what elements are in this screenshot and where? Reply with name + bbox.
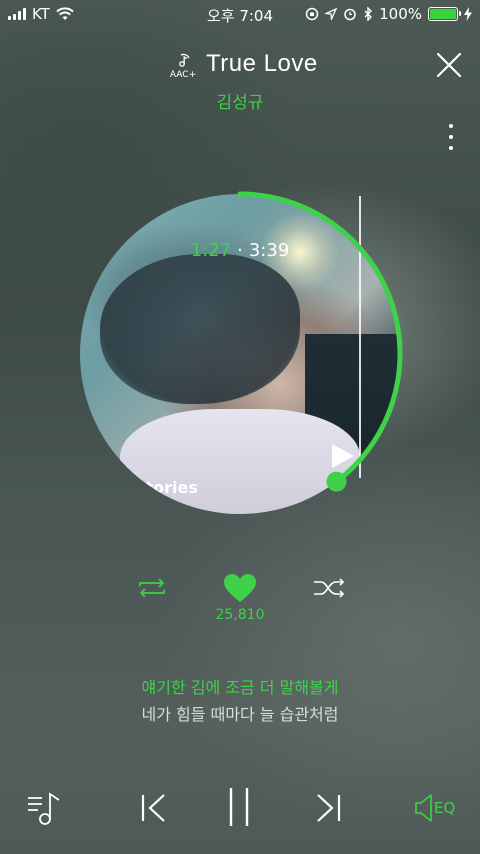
player-circle[interactable]: Stories 1:27 · 3:39 <box>72 186 408 522</box>
shuffle-icon[interactable] <box>312 576 346 600</box>
previous-track-icon[interactable] <box>140 792 168 824</box>
progress-ring[interactable] <box>72 186 408 522</box>
repeat-icon[interactable] <box>136 576 168 600</box>
pause-icon[interactable] <box>226 786 252 828</box>
playback-controls: EQ <box>0 780 480 836</box>
progress-arc <box>237 191 403 485</box>
next-track-icon[interactable] <box>314 792 342 824</box>
eq-button[interactable]: EQ <box>414 792 460 824</box>
quality-badge[interactable]: AAC+ <box>168 52 198 80</box>
charging-icon <box>464 7 472 21</box>
action-row: 25,810 <box>0 570 480 630</box>
location-icon <box>325 8 338 20</box>
orientation-lock-icon <box>305 7 319 21</box>
lyric-current-line: 얘기한 김에 조금 더 말해볼게 <box>141 678 339 697</box>
battery-icon <box>428 7 461 21</box>
progress-knob[interactable] <box>326 471 347 492</box>
more-options-icon[interactable] <box>446 124 456 150</box>
lyrics-panel[interactable]: 얘기한 김에 조금 더 말해볼게 네가 힘들 때마다 늘 습관처럼 <box>0 676 480 727</box>
status-right: 100% <box>305 5 472 23</box>
like-count: 25,810 <box>215 607 265 623</box>
speaker-icon <box>415 794 432 822</box>
close-icon[interactable] <box>436 52 462 78</box>
lyric-next-line: 네가 힘들 때마다 늘 습관처럼 <box>141 705 339 724</box>
alarm-icon <box>344 8 356 21</box>
artist-name[interactable]: 김성규 <box>0 88 480 113</box>
bluetooth-icon <box>364 7 373 21</box>
quality-label: AAC+ <box>169 70 197 80</box>
status-bar: KT 오후 7:04 100% <box>0 0 480 28</box>
song-title: True Love <box>206 50 318 77</box>
eq-label: EQ <box>434 799 456 817</box>
music-note-icon <box>179 53 190 67</box>
heart-icon[interactable] <box>222 572 258 604</box>
battery-percent: 100% <box>379 5 422 23</box>
playlist-icon[interactable] <box>26 788 64 828</box>
player-header: AAC+ True Love 김성규 <box>0 48 480 113</box>
